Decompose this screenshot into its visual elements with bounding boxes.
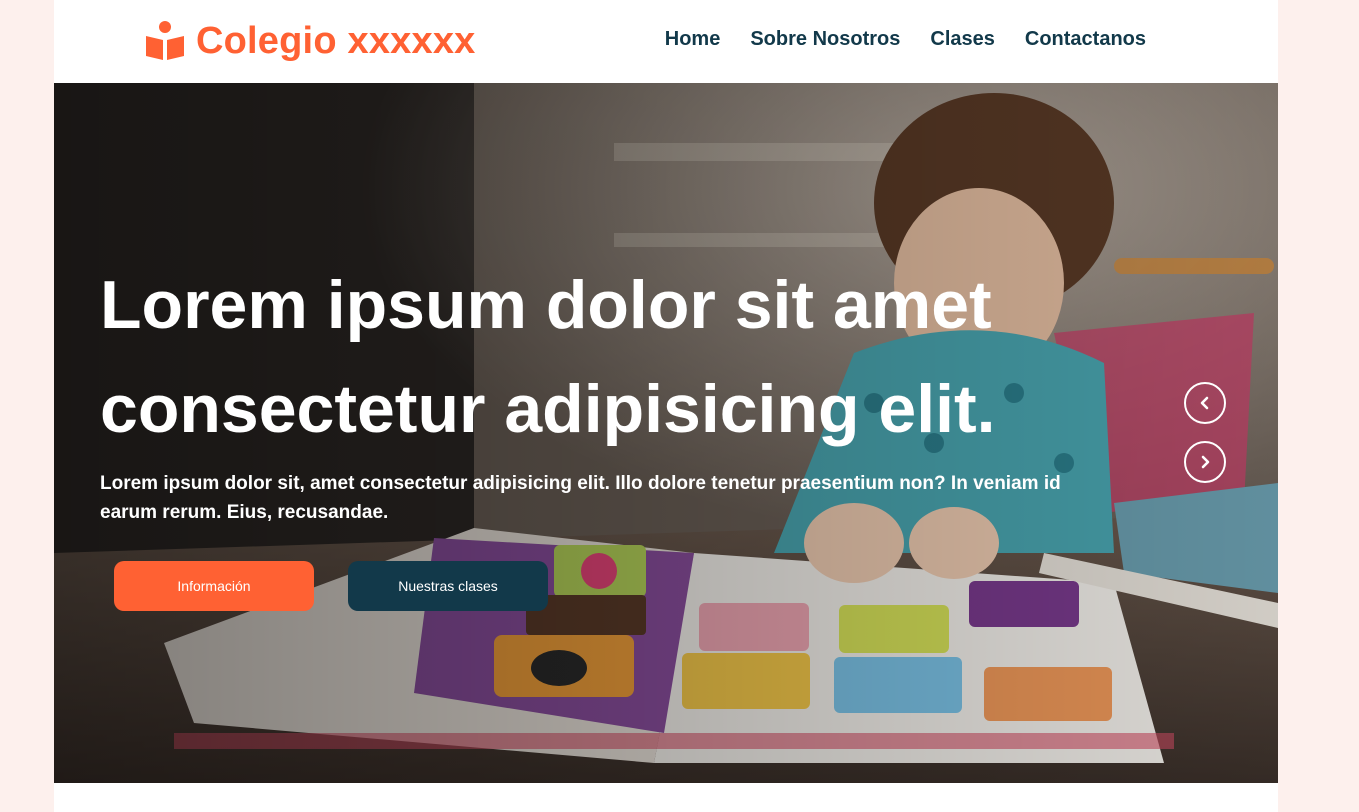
informacion-button[interactable]: Información (114, 561, 314, 611)
nav-sobre-nosotros[interactable]: Sobre Nosotros (750, 28, 900, 51)
nav-home[interactable]: Home (665, 28, 721, 51)
carousel-prev-button[interactable] (1184, 382, 1226, 424)
hero-carousel: Lorem ipsum dolor sit amet consectetur a… (54, 83, 1278, 783)
hero-title-line-1: Lorem ipsum dolor sit amet (100, 267, 992, 343)
page: Colegio xxxxxx Home Sobre Nosotros Clase… (54, 0, 1278, 812)
brand-logo-link[interactable]: Colegio xxxxxx (144, 16, 476, 66)
chevron-left-icon (1200, 396, 1209, 410)
hero-title: Lorem ipsum dolor sit amet consectetur a… (100, 253, 1100, 461)
site-header: Colegio xxxxxx Home Sobre Nosotros Clase… (54, 0, 1278, 83)
nav-contactanos[interactable]: Contactanos (1025, 28, 1146, 51)
carousel-next-button[interactable] (1184, 441, 1226, 483)
hero-title-line-2: consectetur adipisicing elit. (100, 371, 996, 447)
brand-name: Colegio xxxxxx (196, 19, 476, 62)
nuestras-clases-button[interactable]: Nuestras clases (348, 561, 548, 611)
book-reader-icon (146, 21, 184, 60)
main-nav: Home Sobre Nosotros Clases Contactanos (665, 28, 1146, 51)
nav-clases[interactable]: Clases (930, 28, 995, 51)
chevron-right-icon (1201, 455, 1210, 469)
hero-subtitle: Lorem ipsum dolor sit, amet consectetur … (100, 473, 1061, 523)
